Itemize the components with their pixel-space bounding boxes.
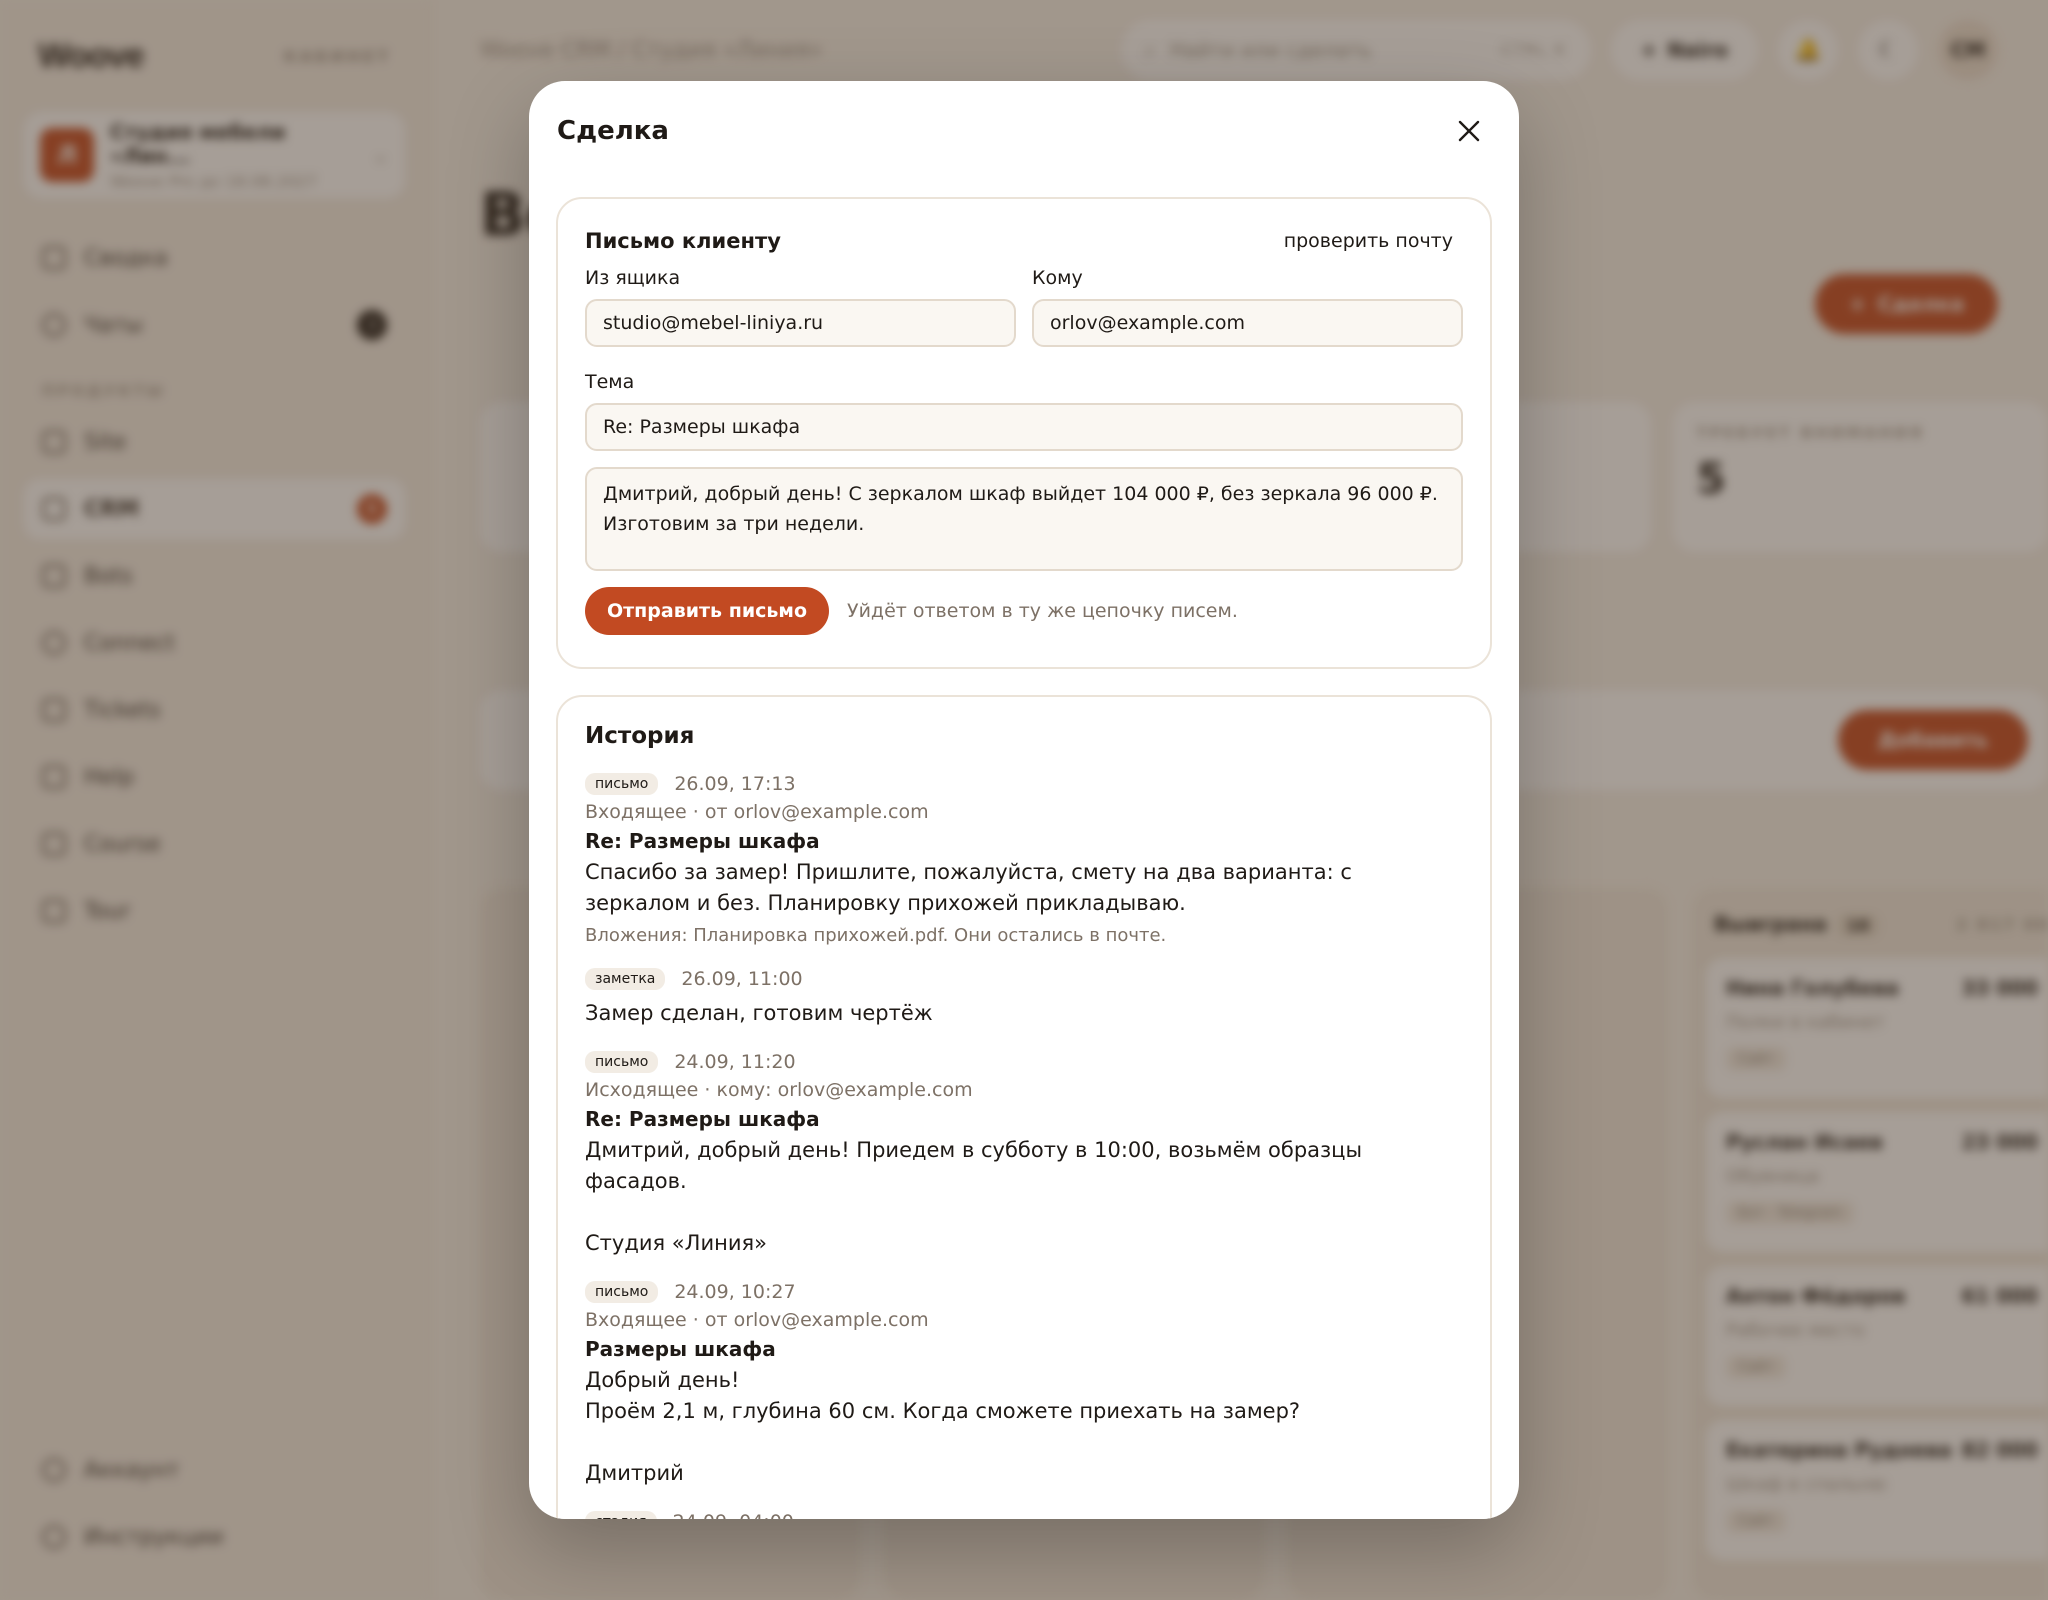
history-entry: письмо 26.09, 17:13 Входящее · от orlov@e… [585, 773, 1463, 946]
entry-type-badge: письмо [585, 1281, 659, 1303]
entry-time: 24.09, 04:00 [673, 1511, 794, 1519]
send-hint: Уйдёт ответом в ту же цепочку писем. [847, 600, 1238, 622]
entry-time: 24.09, 11:20 [674, 1051, 796, 1073]
modal-header: Сделка [529, 81, 1519, 181]
entry-type-badge: письмо [585, 773, 659, 795]
to-field-group: Кому orlov@example.com [1032, 267, 1463, 347]
from-mailbox-select[interactable]: studio@mebel-liniya.ru [585, 299, 1016, 347]
modal-title: Сделка [557, 116, 669, 146]
entry-time: 24.09, 10:27 [674, 1281, 796, 1303]
entry-text: Дмитрий, добрый день! Приедем в субботу … [585, 1138, 1363, 1255]
modal-body: Письмо клиенту проверить почту Из ящика … [556, 197, 1492, 1519]
from-field-group: Из ящика studio@mebel-liniya.ru [585, 267, 1016, 347]
entry-type-badge: заметка [585, 968, 666, 990]
entry-direction: Входящее · от orlov@example.com [585, 801, 929, 823]
subject-field[interactable]: Re: Размеры шкафа [585, 403, 1463, 451]
check-mail-link[interactable]: проверить почту [1284, 230, 1463, 252]
subject-label: Тема [585, 371, 635, 393]
entry-direction: Входящее · от orlov@example.com [585, 1309, 929, 1331]
history-entry: письмо 24.09, 10:27 Входящее · от orlov@e… [585, 1281, 1463, 1489]
history-entry: письмо 24.09, 11:20 Исходящее · кому: orl… [585, 1051, 1463, 1259]
message-body-textarea[interactable]: Дмитрий, добрый день! С зеркалом шкаф вы… [585, 467, 1463, 571]
entry-text: Добрый день! Проём 2,1 м, глубина 60 см.… [585, 1368, 1301, 1485]
entry-direction: Исходящее · кому: orlov@example.com [585, 1079, 973, 1101]
entry-text: Спасибо за замер! Пришлите, пожалуйста, … [585, 860, 1352, 915]
history-title: История [585, 723, 695, 749]
entry-time: 26.09, 17:13 [674, 773, 796, 795]
compose-title: Письмо клиенту [585, 229, 781, 253]
entry-subject: Re: Размеры шкафа [585, 829, 820, 853]
history-entry: стадия 24.09, 04:00 [585, 1511, 1463, 1519]
close-icon [1458, 120, 1480, 142]
entry-attachments: Вложения: Планировка прихожей.pdf. Они о… [585, 925, 1167, 946]
entry-type-badge: стадия [585, 1511, 657, 1519]
deal-modal: Сделка Письмо клиенту проверить почту Из… [529, 81, 1519, 1519]
history-panel: История письмо 26.09, 17:13 Входящее · от… [556, 695, 1492, 1519]
entry-time: 26.09, 11:00 [681, 968, 803, 990]
to-email-field[interactable]: orlov@example.com [1032, 299, 1463, 347]
entry-subject: Re: Размеры шкафа [585, 1107, 820, 1131]
close-button[interactable] [1447, 109, 1491, 153]
to-label: Кому [1032, 267, 1083, 289]
entry-type-badge: письмо [585, 1051, 659, 1073]
entry-text: Замер сделан, готовим чертёж [585, 1001, 933, 1025]
from-label: Из ящика [585, 267, 681, 289]
entry-subject: Размеры шкафа [585, 1337, 776, 1361]
email-compose-panel: Письмо клиенту проверить почту Из ящика … [556, 197, 1492, 669]
history-entry: заметка 26.09, 11:00 Замер сделан, готови… [585, 968, 1463, 1029]
send-email-button[interactable]: Отправить письмо [585, 587, 829, 635]
